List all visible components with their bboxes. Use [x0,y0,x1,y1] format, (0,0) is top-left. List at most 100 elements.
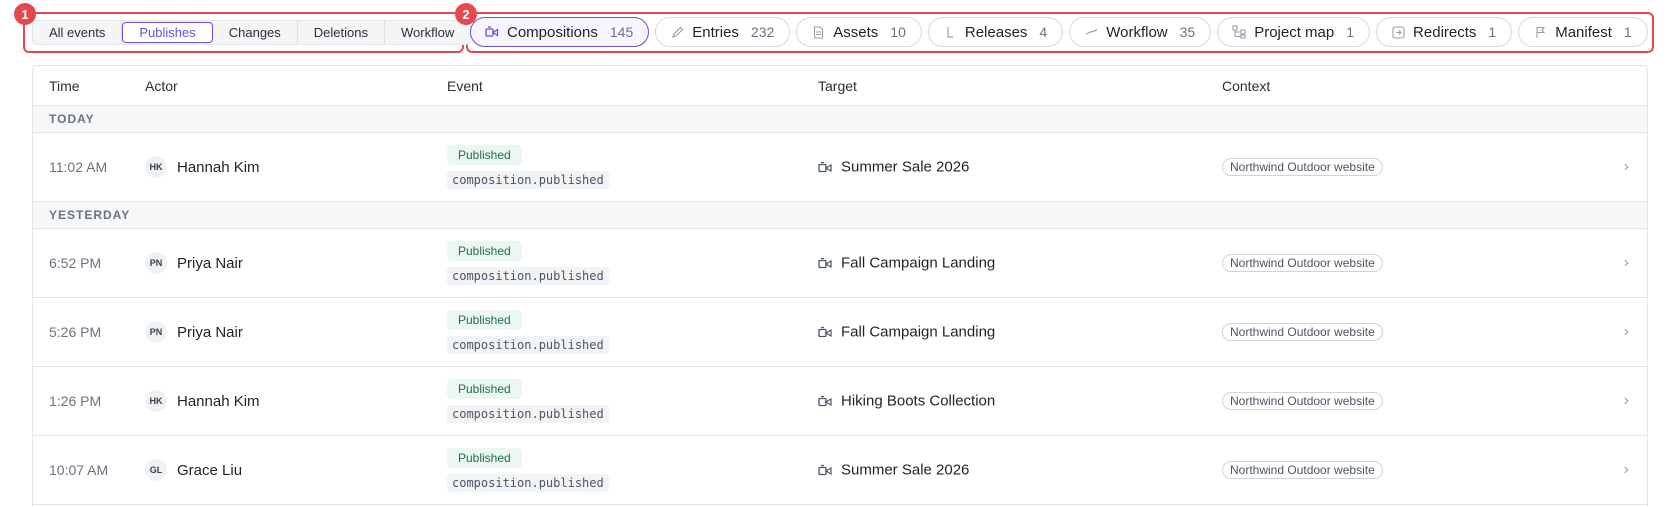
avatar: GL [145,459,167,481]
avatar: PN [145,252,167,274]
release-icon [943,25,957,39]
table-row[interactable]: 10:07 AM GL Grace Liu Published composit… [33,436,1647,505]
row-context: Northwind Outdoor website [1222,158,1383,176]
event-code: composition.published [447,474,609,492]
callout-number-1: 1 [14,3,36,25]
chip-label: Redirects [1413,23,1477,41]
filter-publishes[interactable]: Publishes [122,22,213,43]
context-pill: Northwind Outdoor website [1222,254,1383,272]
filter-changes[interactable]: Changes [213,21,298,44]
target-name[interactable]: Hiking Boots Collection [841,393,995,410]
row-target: Summer Sale 2026 [818,462,969,479]
event-code: composition.published [447,267,609,285]
row-target: Summer Sale 2026 [818,159,969,176]
chip-entries[interactable]: Entries 232 [655,17,791,47]
table-row[interactable]: 6:52 PM PN Priya Nair Published composit… [33,229,1647,298]
chip-label: Assets [833,23,879,41]
table-row[interactable]: 5:26 PM PN Priya Nair Published composit… [33,298,1647,367]
target-name[interactable]: Fall Campaign Landing [841,324,995,341]
filter-all-events[interactable]: All events [33,21,123,44]
type-chip-group: Compositions 145 Entries 232 Assets 10 R… [470,17,1648,47]
filter-workflow[interactable]: Workflow [385,21,470,44]
flag-icon [1533,25,1547,39]
composition-icon [818,395,833,407]
header-time[interactable]: Time [49,78,80,94]
table-row[interactable]: 1:26 PM HK Hannah Kim Published composit… [33,367,1647,436]
target-name[interactable]: Summer Sale 2026 [841,159,969,176]
row-target: Fall Campaign Landing [818,324,995,341]
filter-deletions[interactable]: Deletions [298,21,385,44]
composition-icon [818,326,833,338]
chip-redirects[interactable]: Redirects 1 [1376,17,1513,47]
chip-releases[interactable]: Releases 4 [927,17,1064,47]
row-actor: GL Grace Liu [145,459,242,481]
avatar: HK [145,390,167,412]
chip-label: Releases [964,23,1028,41]
context-pill: Northwind Outdoor website [1222,323,1383,341]
actor-name: Grace Liu [177,461,243,479]
table-row[interactable]: 11:02 AM HK Hannah Kim Published composi… [33,133,1647,202]
activity-table: Time Actor Event Target Context TODAY 11… [32,65,1648,507]
status-badge: Published [447,379,522,399]
actor-name: Priya Nair [177,254,243,272]
chip-count: 35 [1179,24,1196,40]
chevron-right-icon[interactable]: › [1624,158,1629,176]
redirect-icon [1391,25,1405,39]
actor-name: Hannah Kim [177,392,260,410]
row-actor: HK Hannah Kim [145,156,260,178]
table-header: Time Actor Event Target Context [33,66,1647,106]
context-pill: Northwind Outdoor website [1222,392,1383,410]
row-event: Published composition.published [447,379,609,423]
event-code: composition.published [447,405,609,423]
chevron-right-icon[interactable]: › [1624,254,1629,272]
header-actor[interactable]: Actor [145,78,178,94]
group-header-yesterday: YESTERDAY [33,202,1647,229]
header-target[interactable]: Target [818,78,857,94]
row-event: Published composition.published [447,310,609,354]
row-time: 6:52 PM [49,255,102,271]
row-event: Published composition.published [447,241,609,285]
filter-bar: 1 2 All events Publishes Changes Deletio… [0,0,1680,62]
chevron-right-icon[interactable]: › [1624,323,1629,341]
row-target: Fall Campaign Landing [818,255,995,272]
workflow-icon [1084,25,1098,39]
chip-count: 4 [1039,24,1048,40]
actor-name: Hannah Kim [177,158,260,176]
row-event: Published composition.published [447,448,609,492]
row-time: 1:26 PM [49,393,102,409]
composition-icon [818,257,833,269]
chip-assets[interactable]: Assets 10 [796,17,922,47]
status-badge: Published [447,145,522,165]
chip-count: 1 [1623,24,1632,40]
header-event[interactable]: Event [447,78,483,94]
row-actor: PN Priya Nair [145,252,243,274]
chip-label: Manifest [1555,23,1612,41]
event-code: composition.published [447,336,609,354]
target-name[interactable]: Fall Campaign Landing [841,255,995,272]
header-context[interactable]: Context [1222,78,1270,94]
composition-icon [485,25,499,39]
chip-compositions[interactable]: Compositions 145 [470,17,650,47]
row-context: Northwind Outdoor website [1222,323,1383,341]
row-time: 10:07 AM [49,462,109,478]
row-context: Northwind Outdoor website [1222,461,1383,479]
chip-label: Entries [692,23,739,41]
callout-number-2: 2 [455,3,477,25]
row-time: 5:26 PM [49,324,102,340]
chip-count: 232 [750,24,775,40]
chevron-right-icon[interactable]: › [1624,461,1629,479]
event-code: composition.published [447,171,609,189]
document-icon [811,25,825,39]
context-pill: Northwind Outdoor website [1222,158,1383,176]
actor-name: Priya Nair [177,323,243,341]
context-pill: Northwind Outdoor website [1222,461,1383,479]
chip-project-map[interactable]: Project map 1 [1217,17,1371,47]
row-actor: HK Hannah Kim [145,390,260,412]
row-time: 11:02 AM [49,159,108,175]
chevron-right-icon[interactable]: › [1624,392,1629,410]
target-name[interactable]: Summer Sale 2026 [841,462,969,479]
chip-manifest[interactable]: Manifest 1 [1518,17,1648,47]
chip-workflow[interactable]: Workflow 35 [1069,17,1212,47]
row-context: Northwind Outdoor website [1222,392,1383,410]
event-filter-segmented-control: All events Publishes Changes Deletions W… [32,20,472,45]
